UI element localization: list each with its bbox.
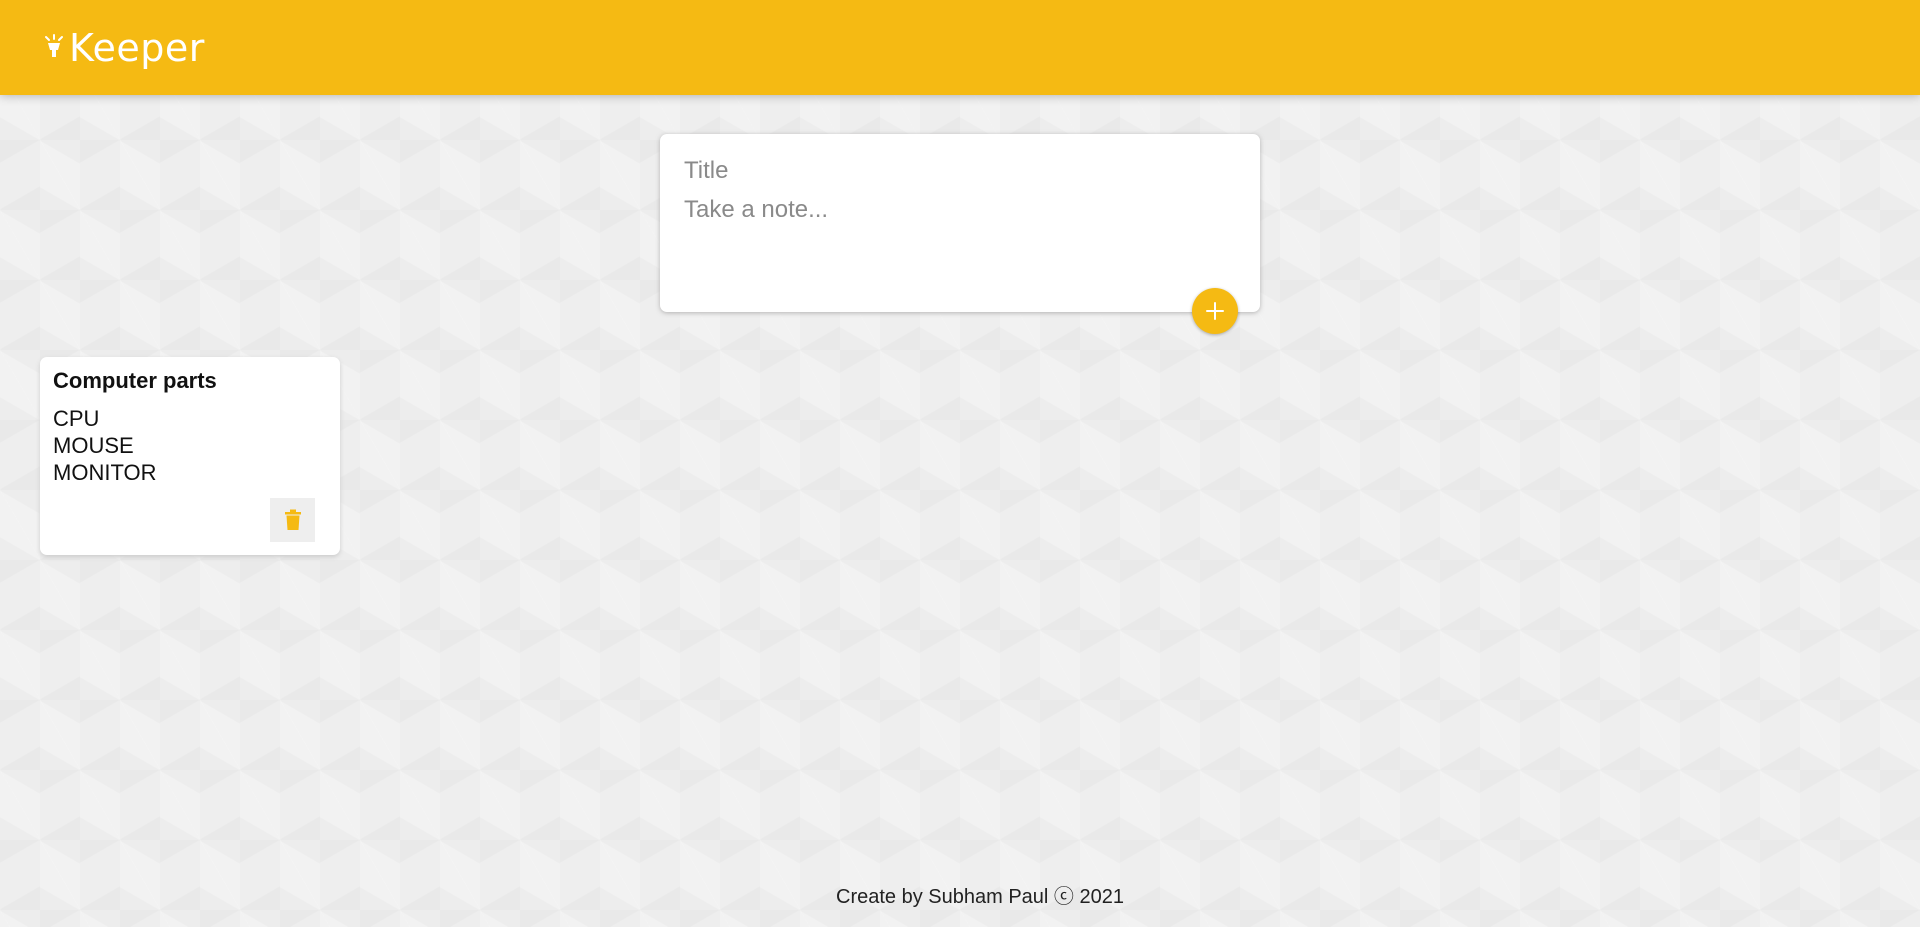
app-header: Keeper [0, 0, 1920, 95]
delete-note-button[interactable] [270, 498, 315, 542]
note-line: CPU [53, 406, 100, 431]
note-title-input[interactable] [684, 156, 1224, 186]
note-line: MONITOR [53, 460, 157, 485]
plus-icon [1204, 300, 1226, 322]
trash-icon [284, 509, 302, 531]
app-title: Keeper [69, 25, 205, 70]
note-content: CPU MOUSE MONITOR [53, 405, 156, 486]
footer-text: Create by Subham Paul ⓒ 2021 [836, 886, 1124, 908]
note-line: MOUSE [53, 433, 134, 458]
note-card: Computer parts CPU MOUSE MONITOR [40, 357, 340, 555]
create-note-form [660, 134, 1260, 334]
app-logo: Keeper [43, 26, 205, 70]
page-footer: Create by Subham Paul ⓒ 2021 [0, 880, 1920, 909]
add-note-button[interactable] [1192, 288, 1238, 334]
note-title: Computer parts [53, 368, 217, 393]
note-content-input[interactable] [684, 195, 1224, 285]
lamp-icon [43, 33, 65, 63]
